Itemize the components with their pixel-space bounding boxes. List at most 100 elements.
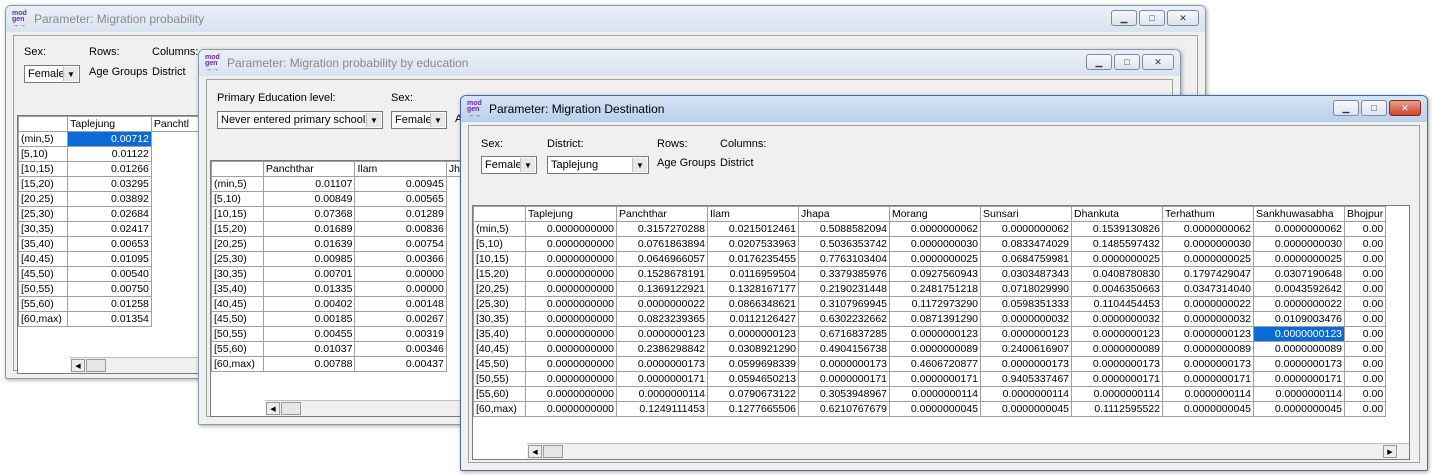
title-bar[interactable]: mod gen →→ Parameter: Migration probabilit… bbox=[6, 6, 1205, 32]
data-cell[interactable]: 0.0000000025 bbox=[1162, 251, 1254, 267]
close-button[interactable]: ✕ bbox=[1142, 54, 1174, 70]
data-cell[interactable]: 0.0871391290 bbox=[889, 311, 981, 327]
data-cell[interactable]: 0.0000000173 bbox=[616, 356, 708, 372]
row-header[interactable]: [60,max) bbox=[211, 356, 264, 372]
data-cell[interactable]: 0.2386298842 bbox=[616, 341, 708, 357]
data-cell[interactable]: 0.01258 bbox=[67, 296, 152, 312]
data-cell[interactable]: 0.0000000045 bbox=[980, 401, 1072, 417]
row-header[interactable]: [10,15) bbox=[18, 161, 69, 177]
data-cell[interactable]: 0.1277665506 bbox=[707, 401, 799, 417]
row-header[interactable]: [50,55) bbox=[211, 326, 264, 342]
data-cell[interactable]: 0.00712 bbox=[67, 131, 152, 147]
sex-dropdown[interactable]: Female ▼ bbox=[391, 111, 447, 129]
row-header[interactable]: [30,35) bbox=[473, 311, 526, 327]
data-cell[interactable]: 0.5088582094 bbox=[798, 221, 890, 237]
row-header[interactable]: (min,5) bbox=[18, 131, 69, 147]
row-header[interactable]: [10,15) bbox=[473, 251, 526, 267]
data-cell[interactable]: 0.01354 bbox=[67, 311, 152, 327]
data-cell[interactable]: 0.0000000000 bbox=[525, 296, 617, 312]
row-header[interactable]: [15,20) bbox=[473, 266, 526, 282]
data-cell[interactable]: 0.01689 bbox=[262, 221, 356, 237]
minimize-button[interactable]: ▁ bbox=[1333, 100, 1359, 116]
data-cell[interactable]: 0.0000000000 bbox=[525, 311, 617, 327]
data-cell[interactable]: 0.0176235455 bbox=[707, 251, 799, 267]
close-button[interactable]: ✕ bbox=[1389, 100, 1421, 116]
data-cell[interactable]: 0.00437 bbox=[354, 356, 447, 372]
data-cell[interactable]: 0.0000000173 bbox=[1162, 356, 1254, 372]
data-cell[interactable]: 0.0790673122 bbox=[707, 386, 799, 402]
data-cell[interactable]: 0.0000000089 bbox=[1162, 341, 1254, 357]
data-cell[interactable]: 0.00849 bbox=[262, 191, 356, 207]
data-cell[interactable]: 0.00 bbox=[1343, 371, 1387, 387]
scroll-thumb[interactable] bbox=[86, 359, 106, 372]
row-header[interactable]: [25,30) bbox=[473, 296, 526, 312]
maximize-button[interactable]: □ bbox=[1361, 100, 1387, 116]
row-header[interactable]: [15,20) bbox=[211, 221, 264, 237]
data-cell[interactable]: 0.00346 bbox=[354, 341, 447, 357]
row-header[interactable]: [15,20) bbox=[18, 176, 69, 192]
column-header[interactable]: Panchthar bbox=[616, 206, 708, 222]
data-cell[interactable]: 0.00 bbox=[1343, 401, 1387, 417]
column-header[interactable]: Morang bbox=[889, 206, 981, 222]
data-cell[interactable]: 0.0000000123 bbox=[707, 326, 799, 342]
data-cell[interactable]: 0.0684759981 bbox=[980, 251, 1072, 267]
row-header[interactable]: [20,25) bbox=[18, 191, 69, 207]
data-cell[interactable]: 0.0000000000 bbox=[525, 326, 617, 342]
data-cell[interactable]: 0.4904156738 bbox=[798, 341, 890, 357]
data-cell[interactable]: 0.0000000000 bbox=[525, 251, 617, 267]
data-cell[interactable]: 0.0000000173 bbox=[980, 356, 1072, 372]
row-header[interactable]: [30,35) bbox=[18, 221, 69, 237]
row-header[interactable]: [60,max) bbox=[473, 401, 526, 417]
data-cell[interactable]: 0.0000000171 bbox=[889, 371, 981, 387]
horizontal-scrollbar[interactable]: ◀ ▶ bbox=[527, 443, 1409, 459]
row-header[interactable]: [45,50) bbox=[473, 356, 526, 372]
data-cell[interactable]: 0.1528678191 bbox=[616, 266, 708, 282]
data-cell[interactable]: 0.0307190648 bbox=[1253, 266, 1345, 282]
data-cell[interactable]: 0.0000000032 bbox=[1162, 311, 1254, 327]
data-cell[interactable]: 0.1249111453 bbox=[616, 401, 708, 417]
row-header[interactable]: [25,30) bbox=[211, 251, 264, 267]
data-cell[interactable]: 0.01107 bbox=[262, 176, 356, 192]
row-header[interactable]: [5,10) bbox=[473, 236, 526, 252]
data-grid[interactable]: Panchthar Ilam Jh (min,5) 0.01107 0.00945 [5,1… bbox=[210, 160, 464, 417]
data-cell[interactable]: 0.1369122921 bbox=[616, 281, 708, 297]
data-cell[interactable]: 0.01122 bbox=[67, 146, 152, 162]
data-cell[interactable]: 0.0000000089 bbox=[1071, 341, 1163, 357]
column-header[interactable]: Taplejung bbox=[67, 116, 152, 132]
data-cell[interactable]: 0.3053948967 bbox=[798, 386, 890, 402]
column-header[interactable]: Jhapa bbox=[798, 206, 890, 222]
data-cell[interactable]: 0.0000000114 bbox=[980, 386, 1072, 402]
column-header[interactable]: Taplejung bbox=[525, 206, 617, 222]
data-cell[interactable]: 0.0000000114 bbox=[616, 386, 708, 402]
data-cell[interactable]: 0.0043592642 bbox=[1253, 281, 1345, 297]
data-cell[interactable]: 0.0833474029 bbox=[980, 236, 1072, 252]
row-header[interactable]: [55,60) bbox=[18, 296, 69, 312]
data-cell[interactable]: 0.0000000030 bbox=[1253, 236, 1345, 252]
data-cell[interactable]: 0.0000000000 bbox=[525, 236, 617, 252]
data-cell[interactable]: 0.0000000173 bbox=[798, 356, 890, 372]
sex-dropdown[interactable]: Female ▼ bbox=[24, 65, 80, 83]
data-cell[interactable]: 0.0866348621 bbox=[707, 296, 799, 312]
data-cell[interactable]: 0.1539130826 bbox=[1071, 221, 1163, 237]
row-header[interactable]: (min,5) bbox=[211, 176, 264, 192]
data-cell[interactable]: 0.0000000123 bbox=[616, 326, 708, 342]
data-cell[interactable]: 0.7763103404 bbox=[798, 251, 890, 267]
row-header[interactable]: [35,40) bbox=[18, 236, 69, 252]
data-cell[interactable]: 0.6210767679 bbox=[798, 401, 890, 417]
data-cell[interactable]: 0.00540 bbox=[67, 266, 152, 282]
data-cell[interactable]: 0.00000 bbox=[354, 266, 447, 282]
data-cell[interactable]: 0.6716837285 bbox=[798, 326, 890, 342]
data-cell[interactable]: 0.00455 bbox=[262, 326, 356, 342]
data-cell[interactable]: 0.00267 bbox=[354, 311, 447, 327]
data-cell[interactable]: 0.1172973290 bbox=[889, 296, 981, 312]
column-header[interactable]: Bhojpur bbox=[1343, 206, 1387, 222]
horizontal-scrollbar[interactable]: ◀ bbox=[70, 357, 208, 373]
data-cell[interactable]: 0.4606720877 bbox=[889, 356, 981, 372]
data-cell[interactable]: 0.0000000025 bbox=[1253, 251, 1345, 267]
data-cell[interactable]: 0.00701 bbox=[262, 266, 356, 282]
data-cell[interactable]: 0.00 bbox=[1343, 281, 1387, 297]
data-cell[interactable]: 0.1104454453 bbox=[1071, 296, 1163, 312]
data-cell[interactable]: 0.0000000045 bbox=[889, 401, 981, 417]
data-cell[interactable]: 0.0598351333 bbox=[980, 296, 1072, 312]
data-cell[interactable]: 0.00788 bbox=[262, 356, 356, 372]
